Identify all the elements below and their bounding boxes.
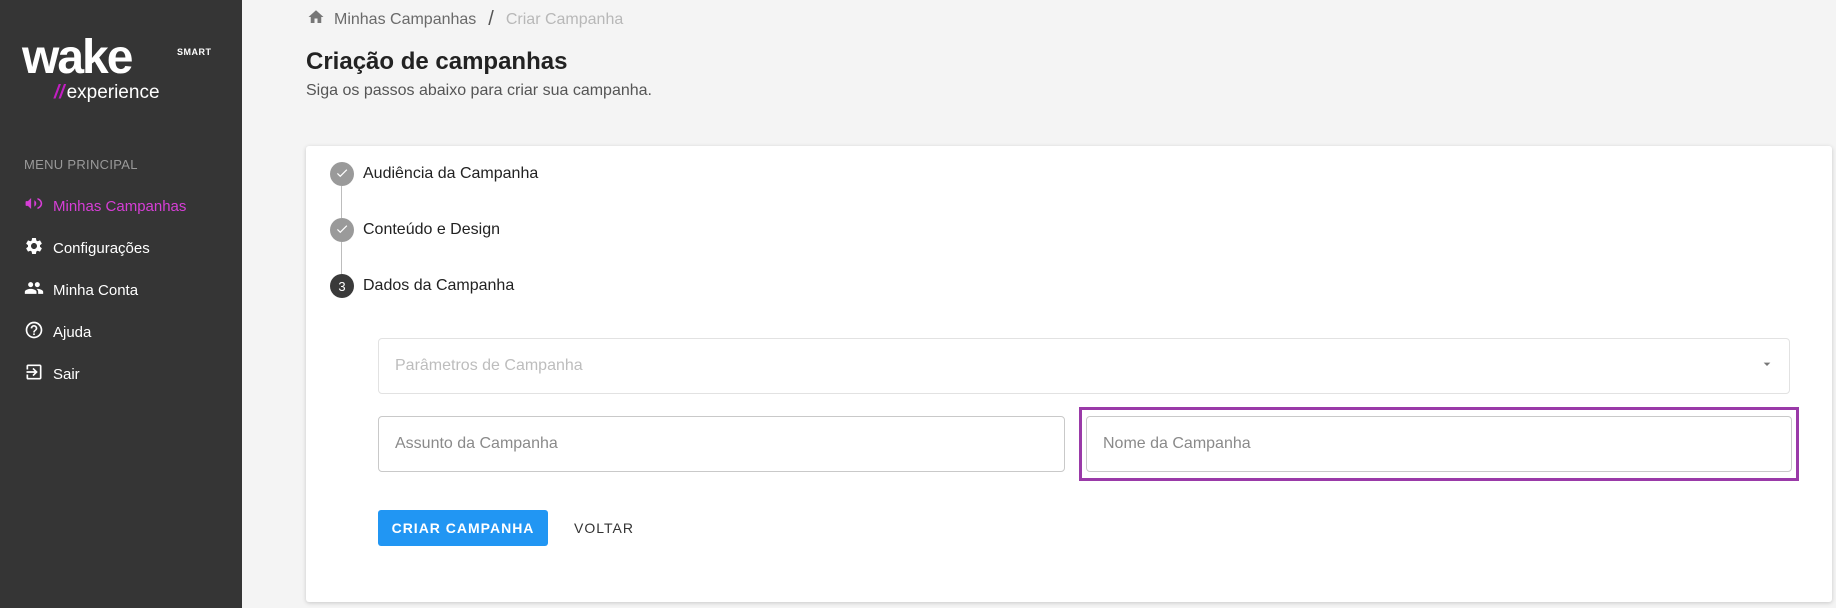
- step-label: Audiência da Campanha: [363, 165, 539, 182]
- campaign-subject-field[interactable]: [378, 416, 1065, 472]
- app-root: wake SMART //experience MENU PRINCIPAL M…: [0, 0, 1836, 608]
- menu-section-title: MENU PRINCIPAL: [24, 157, 138, 172]
- logo-smart-label: SMART: [177, 47, 212, 57]
- people-icon: [24, 278, 53, 302]
- campaign-name-field[interactable]: [1086, 416, 1792, 472]
- step-conteudo[interactable]: Conteúdo e Design: [330, 218, 500, 242]
- breadcrumb-parent-link[interactable]: Minhas Campanhas: [334, 11, 476, 29]
- campaign-params-select[interactable]: Parâmetros de Campanha: [378, 338, 1790, 394]
- step-label: Dados da Campanha: [363, 277, 515, 294]
- step-label: Conteúdo e Design: [363, 221, 500, 238]
- step-dados[interactable]: 3 Dados da Campanha: [330, 274, 514, 298]
- logo-word: wake: [22, 31, 133, 84]
- page-subtitle: Siga os passos abaixo para criar sua cam…: [306, 82, 652, 99]
- check-icon: [335, 166, 349, 183]
- main-menu: Minhas Campanhas Configurações Minha Con…: [0, 185, 242, 395]
- back-button[interactable]: VOLTAR: [562, 510, 646, 546]
- campaign-name-input[interactable]: [1103, 417, 1791, 471]
- sidebar-item-ajuda[interactable]: Ajuda: [0, 311, 242, 353]
- step-audiencia[interactable]: Audiência da Campanha: [330, 162, 538, 186]
- sidebar-item-minhas-campanhas[interactable]: Minhas Campanhas: [0, 185, 242, 227]
- sidebar-item-label: Sair: [53, 365, 80, 383]
- step-done-indicator: [330, 218, 354, 242]
- select-label: Parâmetros de Campanha: [395, 357, 583, 374]
- chevron-down-icon: [1759, 356, 1789, 377]
- step-number-indicator: 3: [330, 274, 354, 298]
- stepper-connector: [341, 242, 342, 274]
- sidebar-item-sair[interactable]: Sair: [0, 353, 242, 395]
- sidebar-item-label: Ajuda: [53, 323, 92, 341]
- gear-icon: [24, 236, 53, 260]
- sidebar: wake SMART //experience MENU PRINCIPAL M…: [0, 0, 242, 608]
- main-content: Minhas Campanhas / Criar Campanha Criaçã…: [242, 0, 1836, 608]
- create-campaign-button[interactable]: CRIAR CAMPANHA: [378, 510, 548, 546]
- breadcrumb-separator: /: [488, 8, 494, 30]
- brand-logo[interactable]: wake SMART //experience: [22, 34, 222, 104]
- logo-subtitle: //experience: [54, 82, 160, 104]
- logo-sub-text: experience: [66, 82, 160, 103]
- home-icon[interactable]: [307, 8, 334, 31]
- step-done-indicator: [330, 162, 354, 186]
- megaphone-icon: [24, 194, 53, 218]
- campaign-form-card: Audiência da Campanha Conteúdo e Design …: [306, 146, 1832, 602]
- stepper-connector: [341, 186, 342, 218]
- sidebar-item-label: Minhas Campanhas: [53, 197, 187, 215]
- check-icon: [335, 222, 349, 239]
- page-title: Criação de campanhas: [306, 48, 568, 75]
- sidebar-item-label: Minha Conta: [53, 281, 139, 299]
- logout-icon: [24, 362, 53, 386]
- logo-word-text: wake: [22, 31, 133, 84]
- help-circle-icon: [24, 320, 53, 344]
- campaign-subject-input[interactable]: [395, 417, 1064, 471]
- sidebar-item-label: Configurações: [53, 239, 150, 257]
- breadcrumb-current: Criar Campanha: [505, 10, 624, 28]
- logo-slashes: //: [54, 82, 65, 103]
- sidebar-item-configuracoes[interactable]: Configurações: [0, 227, 242, 269]
- breadcrumb: Minhas Campanhas / Criar Campanha: [307, 8, 623, 31]
- sidebar-item-minha-conta[interactable]: Minha Conta: [0, 269, 242, 311]
